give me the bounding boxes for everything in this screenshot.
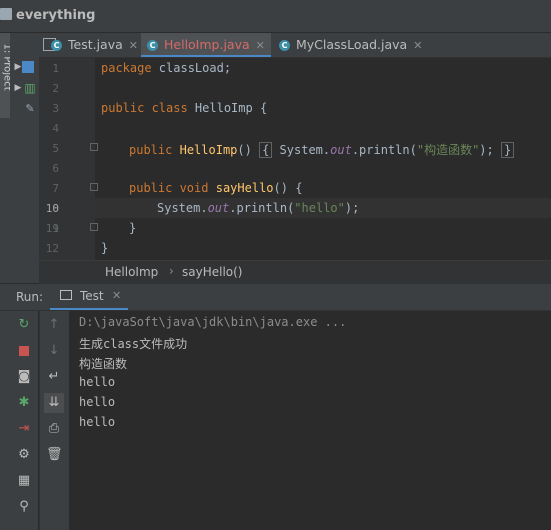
console-line: hello [79,415,116,429]
run-tab-test[interactable]: Test ✕ [50,284,128,310]
breadcrumb-method[interactable]: sayHello() [182,265,243,279]
console-toolbar: ↑ ↓ ↵ ⇊ ⎙ 🗑 [39,311,69,530]
scratches-icon: ✎ [25,102,35,115]
console-output[interactable]: D:\javaSoft\java\jdk\bin\java.exe ... 生成… [69,311,551,530]
code-line: public HelloImp() { System.out.println("… [129,141,515,158]
tab-test-java[interactable]: C Test.java ✕ [49,33,138,57]
current-line-number: 10 [45,202,59,215]
scroll-to-end-icon[interactable]: ⇊ [44,393,64,413]
line-number: 7 [52,182,59,195]
title-bar: everything [0,0,551,33]
project-tool-stripe[interactable]: 1: Project [0,33,13,118]
code-line: } [129,221,137,235]
settings-icon[interactable]: ⚙ [16,447,32,463]
run-panel-header: Run: Test ✕ [0,284,551,311]
code-line: package classLoad; [101,61,232,75]
rerun-icon[interactable]: ↻ [16,317,32,333]
folder-icon [0,8,12,20]
line-number: 3 [52,102,59,115]
console-line: 构造函数 [79,357,128,371]
down-arrow-icon[interactable]: ↓ [46,343,62,359]
line-number: 11 [45,222,59,235]
libraries-icon: ▥ [24,81,36,95]
editor-tab-bar: C Test.java ✕ C HelloImp.java ✕ C MyClassLoad… [39,33,551,58]
console-line: D:\javaSoft\java\jdk\bin\java.exe ... [79,315,347,329]
code-line: System.out.println("hello"); [157,201,360,215]
code-line: public void sayHello() { [129,181,303,195]
console-line: hello [79,395,116,409]
project-panel: ▶ ▶ ▥ ✎ [10,33,39,283]
tab-helloimp-java[interactable]: C HelloImp.java ✕ [141,33,271,57]
breadcrumb-separator-icon: › [169,264,174,278]
line-number: 6 [52,162,59,175]
run-label: Run: [16,290,44,304]
code-line: public class HelloImp { [101,101,268,115]
camera-icon[interactable]: ◙ [16,369,32,385]
module-icon [22,61,34,73]
line-numbers: 1 2 3 4 5 6 7 8 9 10 11 12 [39,58,79,260]
console-icon [60,290,72,300]
code-line: } [101,241,109,255]
soft-wrap-icon[interactable]: ↵ [46,369,62,385]
line-number: 4 [52,122,59,135]
layout-icon[interactable]: ▦ [16,473,32,489]
tab-myclassload-java[interactable]: C MyClassLoad.java ✕ [279,33,422,57]
exit-icon[interactable]: ⇥ [16,421,32,437]
close-tab-icon[interactable]: ✕ [112,289,121,302]
window-title: everything [16,8,96,23]
line-number: 5 [52,142,59,155]
line-number: 12 [45,242,59,255]
breadcrumb: HelloImp › sayHello() [39,260,551,284]
stop-icon[interactable] [16,343,32,359]
line-number: 1 [52,62,59,75]
close-tab-icon[interactable]: ✕ [129,39,138,52]
close-tab-icon[interactable]: ✕ [413,39,422,52]
close-tab-icon[interactable]: ✕ [256,39,265,52]
run-toolbar: ↻ ◙ ✱ ⇥ ⚙ ▦ ⚲ [0,311,38,530]
up-arrow-icon[interactable]: ↑ [46,317,62,333]
breadcrumb-class[interactable]: HelloImp [105,265,158,279]
console-line: 生成class文件成功 [79,337,188,351]
class-icon: C [51,40,62,51]
line-number: 2 [52,82,59,95]
debug-icon[interactable]: ✱ [16,395,32,411]
console-line: hello [79,375,116,389]
code-lines: package classLoad; public class HelloImp… [95,58,551,260]
class-icon: C [147,40,158,51]
trash-icon[interactable]: 🗑 [46,447,63,463]
class-icon: C [279,40,290,51]
print-icon[interactable]: ⎙ [46,421,62,437]
pin-icon[interactable]: ⚲ [16,499,32,515]
